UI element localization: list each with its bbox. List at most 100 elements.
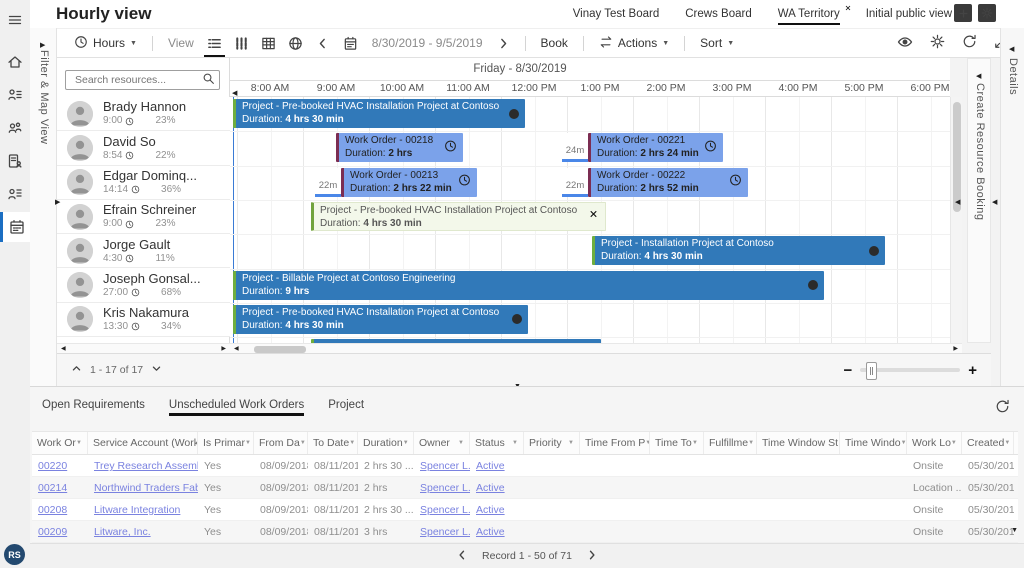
column-header[interactable]: Time Windo▼ xyxy=(840,432,907,454)
booking-workorder[interactable]: Work Order - 00221Duration: 2 hrs 24 min xyxy=(588,133,723,162)
booking-workorder[interactable]: Work Order - 00213Duration: 2 hrs 22 min xyxy=(341,168,477,197)
filter-caret-icon[interactable]: ▼ xyxy=(245,440,251,446)
expand-panel-icon[interactable]: ◀ xyxy=(992,193,997,207)
zoom-slider[interactable] xyxy=(860,368,960,372)
resource-row[interactable]: Jorge Gault4:3011% xyxy=(57,234,230,268)
close-tab-icon[interactable] xyxy=(844,3,852,15)
rail-item-menu[interactable] xyxy=(0,5,30,35)
create-resource-booking-panel-collapsed[interactable]: ◀ Create Resource Booking xyxy=(967,58,991,343)
filter-caret-icon[interactable]: ▼ xyxy=(300,440,306,446)
filter-caret-icon[interactable]: ▼ xyxy=(901,440,907,446)
expand-panel-icon[interactable]: ◀ xyxy=(955,193,960,207)
record-link[interactable]: 00220 xyxy=(32,455,88,476)
record-link[interactable]: Spencer L... xyxy=(414,455,470,476)
cancel-booking-icon[interactable] xyxy=(588,209,599,224)
filter-map-panel-collapsed[interactable]: ▶ Filter & Map View xyxy=(30,28,57,386)
booking-workorder[interactable]: Work Order - 00222Duration: 2 hrs 52 min xyxy=(588,168,748,197)
rail-item-home[interactable] xyxy=(0,47,30,77)
resource-row[interactable]: David So8:5422% xyxy=(57,131,230,165)
column-header[interactable]: Work Lo▼ xyxy=(907,432,962,454)
record-link[interactable]: Trey Research Assembly xyxy=(88,455,198,476)
book-button[interactable]: Book xyxy=(541,36,568,50)
resource-search[interactable] xyxy=(65,70,220,90)
column-header[interactable]: Created▼ xyxy=(962,432,1014,454)
scroll-right-icon[interactable]: ▶ xyxy=(953,346,958,352)
table-row[interactable]: 00209Litware, Inc.Yes08/09/201808/11/201… xyxy=(32,521,1018,543)
filter-caret-icon[interactable]: ▼ xyxy=(458,440,464,446)
column-header[interactable]: Service Account (Work ...▼ xyxy=(88,432,198,454)
column-header[interactable]: Owner▼ xyxy=(414,432,470,454)
calendar-picker-button[interactable] xyxy=(343,36,358,51)
column-header[interactable]: Priority▼ xyxy=(524,432,580,454)
filter-caret-icon[interactable]: ▼ xyxy=(512,440,518,446)
column-header[interactable]: Time To▼ xyxy=(650,432,704,454)
page-up-button[interactable] xyxy=(71,363,82,377)
next-period-button[interactable] xyxy=(497,37,510,50)
bottom-tab-2[interactable]: Project xyxy=(328,399,364,416)
bottom-tab-1[interactable]: Unscheduled Work Orders xyxy=(169,399,304,416)
board-tab-2[interactable]: WA Territory xyxy=(778,3,840,26)
column-header[interactable]: Work Or▼ xyxy=(32,432,88,454)
page-down-button[interactable] xyxy=(151,363,162,377)
record-link[interactable]: Active xyxy=(470,521,524,542)
filter-caret-icon[interactable]: ▼ xyxy=(748,440,754,446)
visibility-button[interactable] xyxy=(897,34,913,53)
column-view-button[interactable] xyxy=(228,29,255,58)
column-header[interactable]: Time Window St▼ xyxy=(757,432,840,454)
resource-row[interactable]: Efrain Schreiner9:0023% xyxy=(57,200,230,234)
filter-caret-icon[interactable]: ▼ xyxy=(568,440,574,446)
scroll-left-icon[interactable]: ◀ xyxy=(61,346,66,352)
hours-scale-dropdown[interactable]: Hours ▼ xyxy=(74,35,137,52)
table-view-button[interactable] xyxy=(255,29,282,58)
filter-caret-icon[interactable]: ▼ xyxy=(951,440,957,446)
zoom-out-button[interactable]: − xyxy=(843,362,852,379)
record-link[interactable]: 00208 xyxy=(32,499,88,520)
rail-item-schedule-board[interactable] xyxy=(0,212,30,242)
resource-row[interactable]: Kris Nakamura13:3034% xyxy=(57,303,230,337)
filter-caret-icon[interactable]: ▼ xyxy=(76,440,82,446)
record-link[interactable]: 00209 xyxy=(32,521,88,542)
record-link[interactable]: Northwind Traders Fabric... xyxy=(88,477,198,498)
record-link[interactable]: Spencer L... xyxy=(414,499,470,520)
record-link[interactable]: Spencer L... xyxy=(414,521,470,542)
table-row[interactable]: 00208Litware IntegrationYes08/09/201808/… xyxy=(32,499,1018,521)
board-gear-button[interactable] xyxy=(930,34,945,52)
prev-page-button[interactable] xyxy=(456,549,468,564)
refresh-board-button[interactable] xyxy=(962,34,977,52)
rail-item-contact-list[interactable] xyxy=(0,179,30,209)
filter-caret-icon[interactable]: ▼ xyxy=(692,440,698,446)
filter-caret-icon[interactable]: ▼ xyxy=(1004,440,1010,446)
vertical-scrollbar[interactable] xyxy=(950,97,962,343)
expand-left-icon[interactable]: ◀ xyxy=(976,67,981,81)
list-view-button[interactable] xyxy=(201,29,228,58)
sort-dropdown[interactable]: Sort ▼ xyxy=(700,36,734,50)
expand-left-icon[interactable]: ◀ xyxy=(1009,40,1014,54)
search-input[interactable] xyxy=(73,73,202,87)
rail-item-team[interactable] xyxy=(0,113,30,143)
board-tab-3[interactable]: Initial public view xyxy=(866,3,952,26)
filter-caret-icon[interactable]: ▼ xyxy=(349,440,355,446)
record-link[interactable]: Active xyxy=(470,455,524,476)
actions-dropdown[interactable]: Actions ▼ xyxy=(599,35,669,52)
column-header[interactable]: Duration▼ xyxy=(358,432,414,454)
table-scroll-down-icon[interactable]: ▼ xyxy=(1011,521,1018,535)
board-tab-1[interactable]: Crews Board xyxy=(685,3,751,26)
resource-row[interactable]: Edgar Dominq...14:1436% xyxy=(57,166,230,200)
column-header[interactable]: Time From P▼ xyxy=(580,432,650,454)
resource-row[interactable]: Joseph Gonsal...27:0068% xyxy=(57,268,230,302)
zoom-in-button[interactable]: + xyxy=(968,362,977,379)
board-settings-button[interactable] xyxy=(978,4,996,22)
record-link[interactable]: Active xyxy=(470,477,524,498)
details-panel-collapsed[interactable]: ◀ Details xyxy=(1000,28,1024,386)
rail-item-requirement-doc[interactable] xyxy=(0,146,30,176)
booking-project[interactable]: Project - Installation Project at Contos… xyxy=(592,236,885,265)
booking-project[interactable]: Project - Pre-booked HVAC Installation P… xyxy=(233,99,525,128)
column-header[interactable]: Status▼ xyxy=(470,432,524,454)
record-link[interactable]: Active xyxy=(470,499,524,520)
record-link[interactable]: 00214 xyxy=(32,477,88,498)
record-link[interactable]: Litware, Inc. xyxy=(88,521,198,542)
booking-workorder[interactable]: Work Order - 00218Duration: 2 hrs xyxy=(336,133,463,162)
filter-caret-icon[interactable]: ▼ xyxy=(403,440,409,446)
booking-tentative[interactable]: Project - Pre-booked HVAC Installation P… xyxy=(311,202,606,231)
booking-project[interactable]: Project - Pre-booked HVAC Installation P… xyxy=(233,305,528,334)
